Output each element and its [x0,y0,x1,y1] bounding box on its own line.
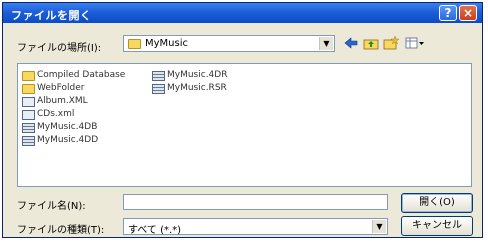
open-button[interactable]: 開く(O) [401,193,473,213]
database-file-icon [22,136,35,146]
new-folder-icon[interactable] [383,36,399,50]
database-file-icon [152,84,165,94]
folder-icon [22,84,35,94]
document-icon [22,97,35,107]
open-file-dialog: ファイルを開く ? × ファイルの場所(I): MyMusic ▼ Compil… [2,2,483,238]
look-in-label: ファイルの場所(I): [17,43,102,54]
back-icon[interactable] [343,36,359,50]
filetype-value: すべて (*.*) [128,225,182,236]
filename-input[interactable] [123,194,388,210]
cancel-button[interactable]: キャンセル [401,216,473,236]
look-in-dropdown[interactable]: MyMusic ▼ [123,35,335,52]
file-name: MyMusic.4DB [37,122,98,132]
file-name: Compiled Database [37,70,126,80]
chevron-down-icon[interactable]: ▼ [319,37,333,50]
file-name: Album.XML [37,96,88,106]
window-title: ファイルを開く [11,9,92,22]
folder-icon [128,39,141,49]
database-file-icon [22,123,35,133]
file-name: CDs.xml [37,109,75,119]
file-name: MyMusic.RSR [167,83,227,93]
folder-icon [22,71,35,81]
close-button[interactable]: × [459,5,477,21]
file-name: MyMusic.4DR [167,70,228,80]
help-button[interactable]: ? [439,5,457,21]
filetype-label: ファイルの種類(T): [17,225,105,236]
up-folder-icon[interactable] [363,36,379,50]
file-name: MyMusic.4DD [37,135,99,145]
filetype-dropdown[interactable]: すべて (*.*) ▼ [123,218,388,236]
file-list[interactable]: Compiled Database WebFolder Album.XML CD… [17,63,472,187]
title-bar[interactable]: ファイルを開く ? × [3,3,482,23]
filename-label: ファイル名(N): [17,201,86,212]
chevron-down-icon[interactable]: ▼ [372,220,386,233]
file-name: WebFolder [37,83,85,93]
look-in-value: MyMusic [145,38,188,49]
database-file-icon [152,71,165,81]
view-menu-icon[interactable] [405,36,425,50]
document-icon [22,110,35,120]
